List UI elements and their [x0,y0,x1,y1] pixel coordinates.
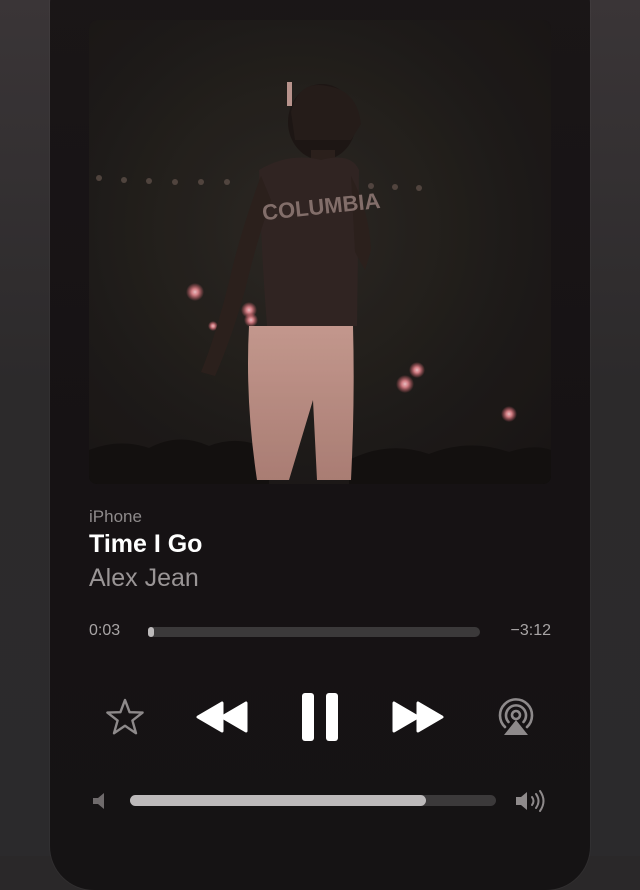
scrubber-progress [148,627,154,637]
track-title: Time I Go [89,530,203,558]
fast-forward-icon [392,701,444,733]
speaker-high-icon [516,790,545,812]
favorite-button[interactable] [100,692,150,742]
speaker-low-icon [93,793,104,809]
star-icon [106,698,144,735]
fast-forward-button[interactable] [386,690,450,744]
rewind-button[interactable] [190,690,254,744]
elapsed-time: 0:03 [89,622,121,639]
artist-name[interactable]: Alex Jean [89,564,199,593]
remaining-time: −3:12 [510,622,551,639]
rewind-icon [196,701,248,733]
playback-scrubber[interactable] [148,627,480,637]
album-artwork: COLUMBIA [89,20,551,484]
volume-max-icon-wrap [512,786,552,816]
pause-button[interactable] [292,688,348,746]
pause-icon [302,693,338,741]
volume-min-icon-wrap [86,788,114,814]
airplay-audio-icon [498,698,534,735]
volume-slider[interactable] [130,795,496,806]
volume-level [130,795,427,806]
airplay-button[interactable] [490,690,542,742]
output-device-label: iPhone [89,507,142,526]
